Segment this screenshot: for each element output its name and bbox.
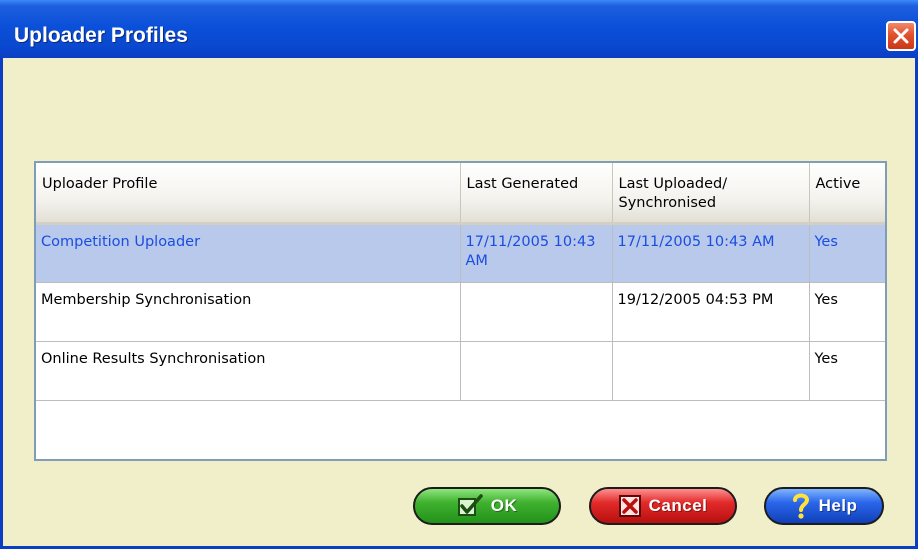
cell-last-generated <box>460 341 613 401</box>
question-mark-icon <box>791 492 811 520</box>
uploader-profiles-dialog: Uploader Profiles Uploader Profile Last … <box>0 0 918 549</box>
x-icon <box>618 495 641 517</box>
title-bar[interactable]: Uploader Profiles <box>0 0 918 58</box>
table-row[interactable]: Online Results Synchronisation Yes <box>36 341 885 401</box>
ok-button-label: OK <box>490 496 518 515</box>
cell-profile: Online Results Synchronisation <box>36 341 461 401</box>
close-icon <box>893 28 909 44</box>
cell-last-generated <box>460 282 613 342</box>
window-title: Uploader Profiles <box>14 24 188 47</box>
cell-last-uploaded <box>612 341 810 401</box>
ok-button[interactable]: OK <box>413 487 561 525</box>
column-header-profile[interactable]: Uploader Profile <box>36 163 461 225</box>
table-header: Uploader Profile Last Generated Last Upl… <box>36 163 885 225</box>
table-row[interactable]: Membership Synchronisation 19/12/2005 04… <box>36 282 885 342</box>
column-header-active[interactable]: Active <box>809 163 885 225</box>
column-header-last-generated[interactable]: Last Generated <box>460 163 613 225</box>
cell-last-uploaded: 17/11/2005 10:43 AM <box>612 223 810 283</box>
close-button[interactable] <box>886 21 916 51</box>
cell-profile: Competition Uploader <box>36 223 461 283</box>
cell-active: Yes <box>809 341 885 401</box>
cell-profile: Membership Synchronisation <box>36 282 461 342</box>
cell-last-generated: 17/11/2005 10:43 AM <box>460 223 613 283</box>
cancel-button[interactable]: Cancel <box>589 487 737 525</box>
help-button[interactable]: Help <box>764 487 884 525</box>
cell-last-uploaded: 19/12/2005 04:53 PM <box>612 282 810 342</box>
help-button-label: Help <box>818 496 858 515</box>
column-header-last-uploaded[interactable]: Last Uploaded/ Synchronised <box>612 163 810 225</box>
checkmark-icon <box>457 494 483 518</box>
cell-active: Yes <box>809 223 885 283</box>
profiles-table: Uploader Profile Last Generated Last Upl… <box>34 161 887 461</box>
table-row[interactable]: Competition Uploader 17/11/2005 10:43 AM… <box>36 223 885 283</box>
cell-active: Yes <box>809 282 885 342</box>
cancel-button-label: Cancel <box>648 496 708 515</box>
